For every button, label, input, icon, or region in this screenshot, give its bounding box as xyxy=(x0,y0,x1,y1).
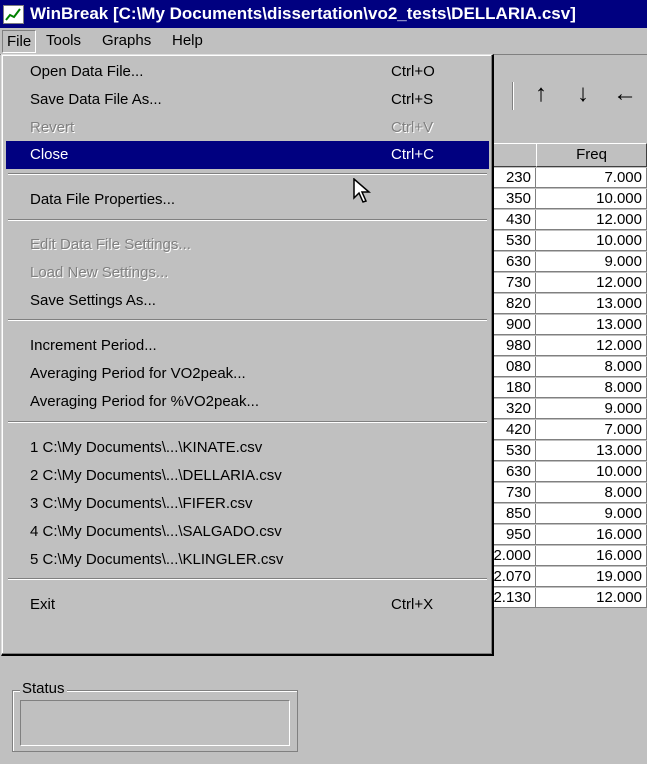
file-menu-item[interactable]: 1 C:\My Documents\...\KINATE.csv xyxy=(6,434,489,462)
down-arrow-icon[interactable]: ↓ xyxy=(568,77,598,111)
freq-cell[interactable]: 12.000 xyxy=(536,336,647,356)
freq-cell[interactable]: 16.000 xyxy=(536,546,647,566)
left-arrow-icon[interactable]: ← xyxy=(610,77,640,111)
freq-cell[interactable]: 13.000 xyxy=(536,441,647,461)
freq-cell[interactable]: 16.000 xyxy=(536,525,647,545)
freq-cell[interactable]: 10.000 xyxy=(536,231,647,251)
menu-help[interactable]: Help xyxy=(168,30,207,51)
menu-item-label: Increment Period... xyxy=(30,337,157,354)
menu-separator xyxy=(8,319,487,321)
freq-cell[interactable]: 8.000 xyxy=(536,357,647,377)
menu-separator xyxy=(8,421,487,423)
status-box xyxy=(20,700,290,746)
menu-item-label: 1 C:\My Documents\...\KINATE.csv xyxy=(30,439,263,456)
menu-graphs[interactable]: Graphs xyxy=(98,30,155,51)
freq-cell[interactable]: 10.000 xyxy=(536,189,647,209)
freq-cell[interactable]: 12.000 xyxy=(536,588,647,608)
menu-item-label: 5 C:\My Documents\...\KLINGLER.csv xyxy=(30,551,284,568)
freq-cell[interactable]: 9.000 xyxy=(536,399,647,419)
file-menu-item[interactable]: 4 C:\My Documents\...\SALGADO.csv xyxy=(6,518,489,546)
file-menu-item[interactable]: Revert Ctrl+V xyxy=(6,114,489,142)
freq-cell[interactable]: 9.000 xyxy=(536,252,647,272)
file-menu-item[interactable]: Averaging Period for %VO2peak... xyxy=(6,388,489,416)
menu-separator xyxy=(8,219,487,221)
menu-item-label: Open Data File... xyxy=(30,63,144,80)
menu-item-label: Load New Settings... xyxy=(30,264,169,281)
file-menu-item[interactable]: Save Settings As... xyxy=(6,287,489,315)
freq-cell[interactable]: 19.000 xyxy=(536,567,647,587)
file-menu-item[interactable]: Data File Properties... xyxy=(6,186,489,214)
menu-item-shortcut: Ctrl+X xyxy=(391,596,434,613)
menu-separator xyxy=(8,173,487,175)
file-menu-item[interactable]: Edit Data File Settings... xyxy=(6,231,489,259)
app-icon xyxy=(3,5,24,24)
title-bar: WinBreak [C:\My Documents\dissertation\v… xyxy=(0,0,647,28)
menu-item-label: Save Settings As... xyxy=(30,292,156,309)
menu-tools[interactable]: Tools xyxy=(42,30,85,51)
file-menu-dropdown: Open Data File... Ctrl+O Save Data File As… xyxy=(1,54,494,656)
freq-cell[interactable]: 13.000 xyxy=(536,315,647,335)
menu-item-label: 4 C:\My Documents\...\SALGADO.csv xyxy=(30,523,282,540)
menu-item-label: Averaging Period for VO2peak... xyxy=(30,365,246,382)
freq-cell[interactable]: 8.000 xyxy=(536,378,647,398)
file-menu-item[interactable]: 2 C:\My Documents\...\DELLARIA.csv xyxy=(6,462,489,490)
menu-item-shortcut: Ctrl+V xyxy=(391,119,434,136)
freq-cell[interactable]: 9.000 xyxy=(536,504,647,524)
mouse-pointer-icon xyxy=(353,178,372,203)
file-menu-item[interactable]: Save Data File As... Ctrl+S xyxy=(6,86,489,114)
freq-cell[interactable]: 7.000 xyxy=(536,420,647,440)
file-menu-item[interactable]: Load New Settings... xyxy=(6,259,489,287)
menu-item-label: Revert xyxy=(30,119,75,136)
freq-cell[interactable]: 7.000 xyxy=(536,168,647,188)
menu-item-label: 3 C:\My Documents\...\FIFER.csv xyxy=(30,495,253,512)
menu-item-shortcut: Ctrl+O xyxy=(391,63,435,80)
column-header-freq[interactable]: Freq xyxy=(536,143,647,167)
menu-separator xyxy=(8,578,487,580)
menu-item-label: Save Data File As... xyxy=(30,91,162,108)
window-title: WinBreak [C:\My Documents\dissertation\v… xyxy=(30,4,576,23)
menu-item-label: Exit xyxy=(30,596,56,613)
file-menu-item[interactable]: Close Ctrl+C xyxy=(6,141,489,169)
file-menu-item[interactable]: Exit Ctrl+X xyxy=(6,591,489,619)
freq-cell[interactable]: 8.000 xyxy=(536,483,647,503)
menu-item-label: Data File Properties... xyxy=(30,191,176,208)
menu-item-label: 2 C:\My Documents\...\DELLARIA.csv xyxy=(30,467,282,484)
freq-cell[interactable]: 13.000 xyxy=(536,294,647,314)
file-menu-item[interactable]: Increment Period... xyxy=(6,332,489,360)
freq-cell[interactable]: 10.000 xyxy=(536,462,647,482)
status-label: Status xyxy=(20,680,67,697)
file-menu-item[interactable]: Averaging Period for VO2peak... xyxy=(6,360,489,388)
up-arrow-icon[interactable]: ↑ xyxy=(526,77,556,111)
menu-file[interactable]: File xyxy=(2,30,37,53)
file-menu-item[interactable]: 5 C:\My Documents\...\KLINGLER.csv xyxy=(6,546,489,574)
menu-item-label: Edit Data File Settings... xyxy=(30,236,191,253)
menu-item-shortcut: Ctrl+S xyxy=(391,91,434,108)
menu-item-label: Close xyxy=(30,146,69,163)
freq-cell[interactable]: 12.000 xyxy=(536,210,647,230)
menu-item-shortcut: Ctrl+C xyxy=(391,146,434,163)
file-menu-item[interactable]: 3 C:\My Documents\...\FIFER.csv xyxy=(6,490,489,518)
toolbar-separator xyxy=(512,82,514,110)
menu-bar: File Tools Graphs Help xyxy=(0,28,647,55)
freq-cell[interactable]: 12.000 xyxy=(536,273,647,293)
menu-item-label: Averaging Period for %VO2peak... xyxy=(30,393,260,410)
file-menu-item[interactable]: Open Data File... Ctrl+O xyxy=(6,58,489,86)
